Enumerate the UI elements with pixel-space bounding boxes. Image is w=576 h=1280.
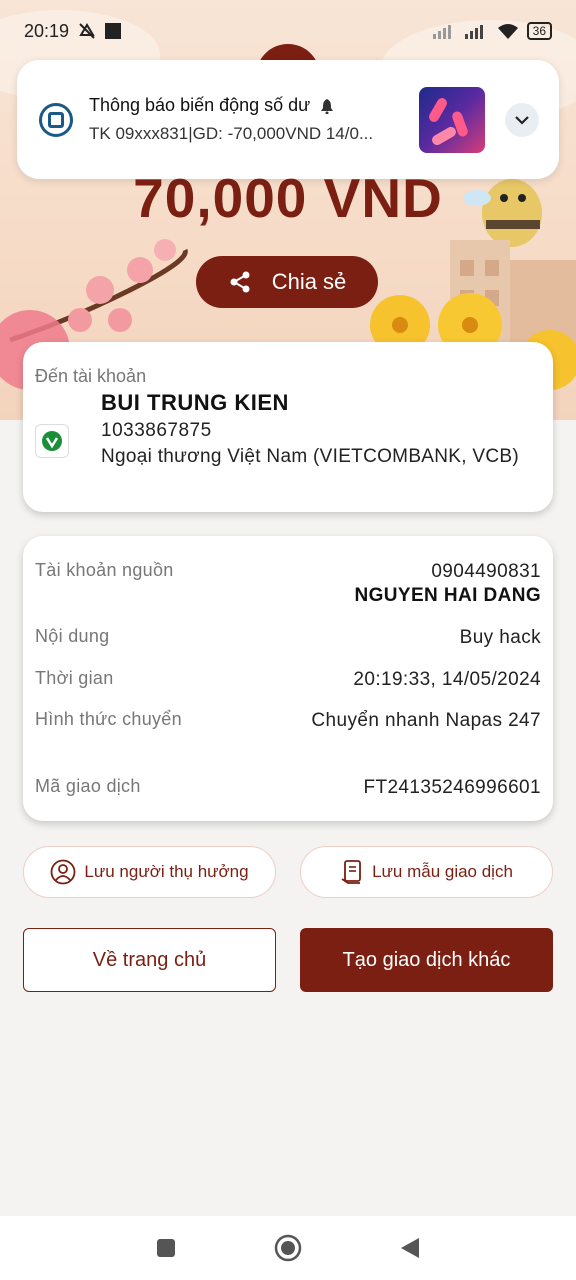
mute-icon: [79, 23, 95, 39]
back-triangle-icon[interactable]: [399, 1236, 421, 1260]
transaction-id-label: Mã giao dịch: [35, 776, 141, 796]
save-template-label: Lưu mẫu giao dịch: [372, 862, 513, 881]
time-value: 20:19:33, 14/05/2024: [353, 669, 541, 690]
new-transaction-button[interactable]: Tạo giao dịch khác: [300, 928, 553, 992]
content-value: Buy hack: [459, 627, 541, 648]
home-button[interactable]: Về trang chủ: [23, 928, 276, 992]
beneficiary-account-number: 1033867875: [101, 420, 212, 441]
time-label: Thời gian: [35, 668, 114, 688]
thumbnail-image: [419, 86, 485, 153]
save-template-button[interactable]: Lưu mẫu giao dịch: [300, 846, 553, 898]
chevron-down-icon[interactable]: [505, 102, 539, 137]
user-icon: [50, 859, 76, 885]
destination-label: Đến tài khoản: [35, 366, 147, 386]
home-circle-icon[interactable]: [273, 1233, 303, 1263]
source-account-row: Tài khoản nguồn 0904490831 NGUYEN HAI DA…: [35, 560, 541, 608]
wifi-icon: [497, 24, 518, 39]
method-row: Hình thức chuyển Chuyển nhanh Napas 247: [35, 709, 541, 733]
signal-icon: [432, 25, 451, 39]
beneficiary-name: BUI TRUNG KIEN: [101, 390, 289, 415]
time-row: Thời gian 20:19:33, 14/05/2024: [35, 668, 541, 692]
transaction-details-card: Tài khoản nguồn 0904490831 NGUYEN HAI DA…: [23, 536, 553, 821]
system-navigation-bar: [0, 1216, 576, 1280]
source-account-name: NGUYEN HAI DANG: [354, 585, 541, 606]
status-time: 20:19: [24, 20, 70, 41]
recents-square-icon[interactable]: [155, 1237, 177, 1259]
transaction-id-value: FT24135246996601: [363, 777, 541, 798]
source-account-label: Tài khoản nguồn: [35, 560, 174, 580]
transfer-amount: 70,000 VND: [133, 167, 443, 229]
square-icon: [105, 23, 122, 39]
notification-body: TK 09xxx831|GD: -70,000VND 14/0...: [89, 124, 374, 143]
source-account-number: 0904490831: [431, 561, 541, 582]
status-bar: 20:19 36: [0, 0, 576, 62]
signal-icon: [464, 25, 483, 39]
transaction-id-row: Mã giao dịch FT24135246996601: [35, 776, 541, 800]
method-value: Chuyển nhanh Napas 247: [311, 710, 541, 731]
share-icon: [230, 271, 250, 293]
save-beneficiary-label: Lưu người thụ hưởng: [84, 862, 249, 881]
bank-logo-icon: [35, 424, 69, 458]
notification-title: Thông báo biến động số dư: [89, 95, 311, 115]
share-button[interactable]: Chia sẻ: [196, 256, 378, 308]
share-label: Chia sẻ: [271, 269, 347, 294]
battery-icon: 36: [526, 22, 552, 40]
content-row: Nội dung Buy hack: [35, 626, 541, 650]
method-label: Hình thức chuyển: [35, 709, 182, 729]
destination-card: Đến tài khoản BUI TRUNG KIEN 1033867875 …: [23, 342, 553, 512]
bell-icon: [321, 98, 334, 114]
app-icon: [39, 102, 73, 137]
notification-card[interactable]: Thông báo biến động số dư TK 09xxx831|GD…: [17, 60, 559, 179]
save-beneficiary-button[interactable]: Lưu người thụ hưởng: [23, 846, 276, 898]
content-label: Nội dung: [35, 626, 110, 646]
document-icon: [341, 860, 361, 884]
beneficiary-bank: Ngoại thương Việt Nam (VIETCOMBANK, VCB): [101, 446, 520, 467]
